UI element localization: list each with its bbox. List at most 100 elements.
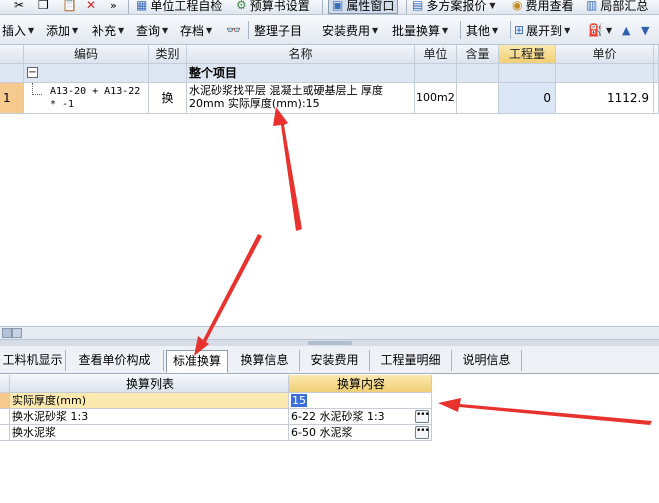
column-header-conversion-list[interactable]: 换算列表 bbox=[10, 375, 289, 393]
tab-unit-price-composition[interactable]: 查看单价构成 bbox=[66, 350, 164, 371]
row-number[interactable]: 1 bbox=[0, 83, 24, 114]
copy-icon[interactable]: ❐ bbox=[38, 0, 49, 14]
row-number-header bbox=[0, 45, 24, 64]
table-row[interactable]: 实际厚度(mm) 15 bbox=[0, 393, 659, 409]
multi-plan-button[interactable]: ▤ 多方案报价 ▼ bbox=[412, 0, 496, 14]
table-row[interactable]: 换水泥砂浆 1:3 6-22 水泥砂浆 1:3 ••• bbox=[0, 409, 659, 425]
thickness-value[interactable]: 15 bbox=[291, 394, 307, 407]
supplement-button[interactable]: 补充 ▼ bbox=[92, 21, 124, 39]
insert-button[interactable]: 插入 ▼ bbox=[2, 21, 34, 39]
conversion-label: 换水泥浆 bbox=[10, 425, 289, 441]
scroll-left-icon[interactable] bbox=[2, 328, 12, 338]
insert-label: 插入 bbox=[2, 23, 27, 38]
chevron-down-icon: ▼ bbox=[442, 25, 449, 35]
property-window-button[interactable]: ▣ 属性窗口 bbox=[328, 0, 399, 14]
ellipsis-icon[interactable]: ••• bbox=[415, 426, 430, 439]
binoculars-icon[interactable]: 👓 bbox=[226, 21, 241, 39]
conversion-header-row: 换算列表 换算内容 bbox=[0, 375, 659, 393]
collapse-icon[interactable]: − bbox=[27, 67, 38, 78]
multi-plan-label: 多方案报价 bbox=[426, 0, 487, 13]
thickness-input[interactable]: 15 bbox=[289, 393, 432, 409]
scroll-thumb[interactable] bbox=[12, 328, 22, 338]
column-header-conversion-content[interactable]: 换算内容 bbox=[289, 375, 432, 393]
install-fee-button[interactable]: 安装费用 ▼ bbox=[322, 21, 378, 39]
chevron-down-icon: ▼ bbox=[372, 25, 379, 35]
install-fee-label: 安装费用 bbox=[322, 23, 371, 38]
coins-icon: ◉ bbox=[512, 0, 523, 12]
batch-convert-label: 批量换算 bbox=[392, 23, 441, 38]
name-cell[interactable]: 水泥砂浆找平层 混凝土或硬基层上 厚度20mm 实际厚度(mm):15 bbox=[187, 83, 415, 114]
archive-label: 存档 bbox=[180, 23, 205, 38]
conversion-content-cell[interactable]: 6-22 水泥砂浆 1:3 ••• bbox=[289, 409, 432, 425]
detail-tabs: 工料机显示 查看单价构成 标准换算 换算信息 安装费用 工程量明细 说明信息 bbox=[0, 346, 659, 374]
conversion-content-cell[interactable]: 6-50 水泥浆 ••• bbox=[289, 425, 432, 441]
tab-conversion-info[interactable]: 换算信息 bbox=[230, 350, 300, 371]
partial-summary-label: 局部汇总 bbox=[600, 0, 649, 13]
other-button[interactable]: 其他 ▼ bbox=[466, 21, 498, 39]
unit-project-check-button[interactable]: ▦ 单位工程自检 bbox=[136, 0, 222, 14]
column-header-quantity[interactable]: 工程量 bbox=[499, 45, 556, 64]
expand-to-button[interactable]: ⊞ 展开到 ▼ bbox=[514, 21, 570, 39]
unit-project-check-label: 单位工程自检 bbox=[150, 0, 223, 13]
cost-view-button[interactable]: ◉ 费用查看 bbox=[512, 0, 574, 14]
partial-summary-button[interactable]: ▥ 局部汇总 bbox=[586, 0, 648, 14]
code-cell[interactable]: A13-20 + A13-22 * -1 bbox=[50, 85, 146, 111]
tab-description[interactable]: 说明信息 bbox=[452, 350, 522, 371]
query-button[interactable]: 查询 ▼ bbox=[136, 21, 168, 39]
splitter-handle[interactable] bbox=[308, 341, 352, 345]
quantity-cell[interactable]: 0 bbox=[499, 83, 556, 114]
chevron-down-icon: ▼ bbox=[492, 25, 499, 35]
plan-icon: ▤ bbox=[412, 0, 424, 12]
category-cell[interactable]: 换 bbox=[149, 83, 187, 114]
archive-button[interactable]: 存档 ▼ bbox=[180, 21, 212, 39]
sort-children-button[interactable]: 整理子目 bbox=[254, 21, 302, 39]
column-header-unit-price[interactable]: 单价 bbox=[556, 45, 654, 64]
column-header-code[interactable]: 编码 bbox=[24, 45, 149, 64]
query-label: 查询 bbox=[136, 23, 161, 38]
chevron-down-icon: ▼ bbox=[118, 25, 125, 35]
budget-settings-button[interactable]: ⚙ 预算书设置 bbox=[236, 0, 310, 14]
content-cell[interactable] bbox=[457, 83, 499, 114]
ellipsis-icon[interactable]: ••• bbox=[415, 410, 430, 423]
paste-icon[interactable]: 📋 bbox=[62, 0, 77, 14]
column-header-unit[interactable]: 单位 bbox=[415, 45, 457, 64]
supplement-label: 补充 bbox=[92, 23, 117, 38]
add-button[interactable]: 添加 ▼ bbox=[46, 21, 78, 39]
arrow-down-icon[interactable]: ▼ bbox=[641, 21, 649, 39]
property-window-label: 属性窗口 bbox=[346, 0, 395, 13]
unit-price-cell[interactable]: 1112.9 bbox=[556, 83, 654, 114]
column-header-category[interactable]: 类别 bbox=[149, 45, 187, 64]
tree-icon: ⊞ bbox=[514, 23, 525, 37]
grid-header-row: 编码 类别 名称 单位 含量 工程量 单价 bbox=[0, 45, 659, 64]
unit-cell[interactable]: 100m2 bbox=[415, 83, 457, 114]
arrow-up-icon[interactable]: ▲ bbox=[622, 21, 630, 39]
conversion-label: 换水泥砂浆 1:3 bbox=[10, 409, 289, 425]
batch-convert-button[interactable]: 批量换算 ▼ bbox=[392, 21, 448, 39]
tab-install-fee[interactable]: 安装费用 bbox=[300, 350, 370, 371]
delete-icon[interactable]: ✕ bbox=[86, 0, 96, 14]
tab-quantity-detail[interactable]: 工程量明细 bbox=[370, 350, 452, 371]
chevron-down-icon: ▼ bbox=[564, 25, 571, 35]
chevron-down-icon: ▼ bbox=[489, 0, 496, 10]
top-toolbar: ✂ ❐ 📋 ✕ » ▦ 单位工程自检 ⚙ 预算书设置 ▣ 属性窗口 ▤ 多方案报… bbox=[0, 0, 659, 15]
group-name: 整个项目 bbox=[187, 64, 415, 83]
tab-standard-conversion[interactable]: 标准换算 bbox=[166, 350, 228, 373]
gear-icon: ⚙ bbox=[236, 0, 247, 12]
table-row[interactable]: 1 A13-20 + A13-22 * -1 换 水泥砂浆找平层 混凝土或硬基层… bbox=[0, 83, 659, 114]
expand-to-label: 展开到 bbox=[526, 23, 563, 38]
column-header-name[interactable]: 名称 bbox=[187, 45, 415, 64]
chevron-down-icon[interactable]: ▼ bbox=[606, 21, 612, 39]
more-icon[interactable]: » bbox=[110, 0, 117, 14]
column-header-content[interactable]: 含量 bbox=[457, 45, 499, 64]
chevron-down-icon: ▼ bbox=[28, 25, 35, 35]
table-row[interactable]: 换水泥浆 6-50 水泥浆 ••• bbox=[0, 425, 659, 441]
paint-bucket-icon[interactable]: ⛽ bbox=[588, 21, 603, 39]
scissors-icon[interactable]: ✂ bbox=[14, 0, 24, 14]
group-row[interactable]: − 整个项目 bbox=[0, 64, 659, 83]
chevron-down-icon: ▼ bbox=[162, 25, 169, 35]
horizontal-scrollbar[interactable] bbox=[0, 326, 659, 340]
summary-icon: ▥ bbox=[586, 0, 598, 12]
budget-settings-label: 预算书设置 bbox=[249, 0, 310, 13]
tab-materials[interactable]: 工料机显示 bbox=[0, 350, 66, 371]
other-label: 其他 bbox=[466, 23, 491, 38]
